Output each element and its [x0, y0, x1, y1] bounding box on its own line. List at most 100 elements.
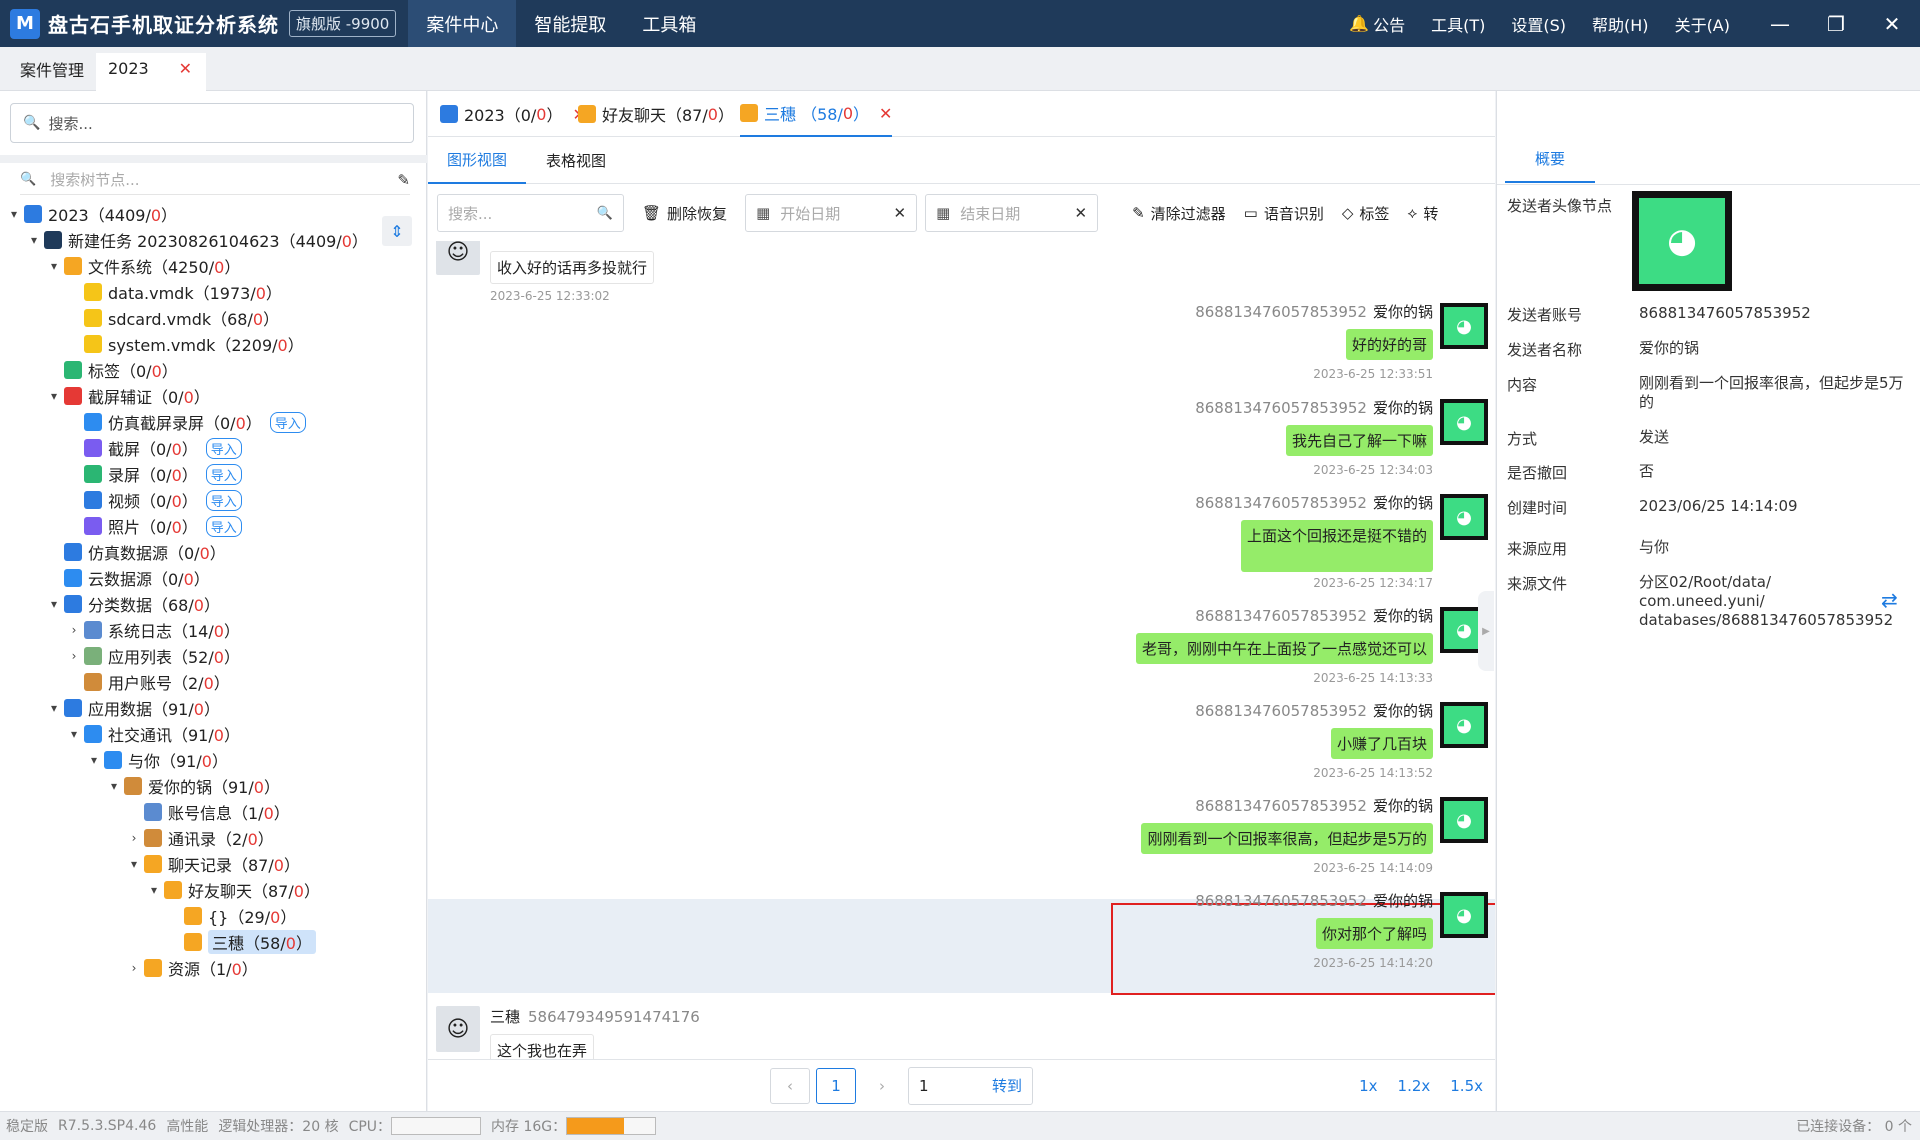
chat-message[interactable]: ◕ 868813476057853952 爱你的锅 我先自己了解一下嘛 2023-6-2…	[428, 389, 1495, 485]
import-button[interactable]: 导入	[205, 463, 242, 485]
document-tab[interactable]: 好友聊天（87/0）✕	[578, 91, 757, 137]
zoom-1-5x[interactable]: 1.5x	[1450, 1077, 1483, 1095]
tree-node[interactable]: ▾ 与你（91/0）	[84, 747, 228, 773]
end-date-input[interactable]: ▦ 结束日期 ✕	[925, 194, 1099, 232]
tree-node[interactable]: ▾ 分类数据（68/0）	[44, 591, 220, 617]
tree-node[interactable]: 视频（0/0） 导入	[64, 487, 242, 513]
menu-toolbox[interactable]: 工具箱	[624, 0, 714, 47]
chevron-down-icon[interactable]: ▾	[124, 857, 144, 871]
tree-node[interactable]: ▾ 爱你的锅（91/0）	[104, 773, 280, 799]
chevron-right-icon[interactable]: ›	[124, 831, 144, 845]
import-button[interactable]: 导入	[205, 437, 242, 459]
chat-message[interactable]: ◕ 868813476057853952 爱你的锅 好的好的哥 2023-6-25 12…	[428, 293, 1495, 389]
close-window-icon[interactable]: ✕	[1864, 0, 1920, 47]
message-bubble[interactable]: 上面这个回报还是挺不错的	[1240, 520, 1433, 572]
chat-message[interactable]: ◕ 868813476057853952 爱你的锅 上面这个回报还是挺不错的 2023-…	[428, 484, 1495, 590]
menu-smart-extract[interactable]: 智能提取	[516, 0, 624, 47]
current-page-button[interactable]: 1	[816, 1067, 856, 1104]
chevron-down-icon[interactable]: ▾	[24, 233, 44, 247]
case-search-input[interactable]: 🔍 搜索...	[10, 103, 414, 143]
message-bubble[interactable]: 小赚了几百块	[1330, 728, 1433, 759]
chevron-down-icon[interactable]: ▾	[44, 389, 64, 403]
tree-node[interactable]: ▾ 截屏辅证（0/0）	[44, 383, 210, 409]
tree-node[interactable]: ▾ 新建任务 20230826104623（4409/0）	[24, 227, 368, 253]
prev-page-icon[interactable]: ‹	[770, 1067, 810, 1104]
chevron-right-icon[interactable]: ›	[64, 649, 84, 663]
chevron-right-icon[interactable]: ›	[64, 623, 84, 637]
tree-node[interactable]: 标签（0/0）	[44, 357, 178, 383]
chat-message[interactable]: ◕ 868813476057853952 爱你的锅 老哥，刚刚中午在上面投了一点感觉还…	[428, 597, 1495, 693]
goto-page-input[interactable]: 1 转到	[908, 1066, 1033, 1105]
tree-node[interactable]: ▾ 文件系统（4250/0）	[44, 253, 240, 279]
tree-node[interactable]: › 系统日志（14/0）	[64, 617, 240, 643]
notice-link[interactable]: 公告	[1373, 12, 1405, 36]
chat-search-input[interactable]: 搜索... 🔍	[437, 194, 624, 232]
message-bubble[interactable]: 老哥，刚刚中午在上面投了一点感觉还可以	[1135, 633, 1433, 664]
tree-node[interactable]: ▾ 社交通讯（91/0）	[64, 721, 240, 747]
chevron-down-icon[interactable]: ▾	[44, 597, 64, 611]
minimize-icon[interactable]: —	[1752, 0, 1808, 47]
tree-node[interactable]: ▾ 好友聊天（87/0）	[144, 877, 320, 903]
message-bubble[interactable]: 好的好的哥	[1345, 329, 1433, 360]
tree-node[interactable]: ▾ 聊天记录（87/0）	[124, 851, 300, 877]
chevron-down-icon[interactable]: ▾	[44, 701, 64, 715]
zoom-1-2x[interactable]: 1.2x	[1398, 1077, 1431, 1095]
clear-date-icon[interactable]: ✕	[893, 204, 906, 222]
tree-node[interactable]: › 资源（1/0）	[124, 955, 258, 981]
message-bubble[interactable]: 收入好的话再多投就行	[490, 251, 655, 284]
clear-filter-button[interactable]: ✎ 清除过滤器	[1132, 203, 1226, 224]
tab-graphic-view[interactable]: 图形视图	[428, 137, 526, 184]
clear-date-icon[interactable]: ✕	[1074, 204, 1087, 222]
speech-recognition-button[interactable]: ▭ 语音识别	[1244, 203, 1324, 224]
zoom-1x[interactable]: 1x	[1359, 1077, 1377, 1095]
collapse-all-icon[interactable]: ⇕	[382, 216, 412, 246]
tree-node[interactable]: ▾ 应用数据（91/0）	[44, 695, 220, 721]
message-bubble[interactable]: 这个我也在弄	[490, 1034, 595, 1059]
chevron-down-icon[interactable]: ▾	[4, 207, 24, 221]
tree-node[interactable]: › 应用列表（52/0）	[64, 643, 240, 669]
close-tab-icon[interactable]: ✕	[179, 59, 192, 78]
goto-button[interactable]: 转到	[992, 1075, 1022, 1096]
menu-tools[interactable]: 工具(T)	[1431, 12, 1485, 36]
import-button[interactable]: 导入	[269, 411, 306, 433]
message-bubble[interactable]: 刚刚看到一个回报率很高，但起步是5万的	[1141, 823, 1433, 854]
tree-node[interactable]: ▾ 2023（4409/0）	[4, 201, 177, 227]
tree-node[interactable]: 截屏（0/0） 导入	[64, 435, 242, 461]
tree-node[interactable]: 录屏（0/0） 导入	[64, 461, 242, 487]
message-bubble[interactable]: 你对那个了解吗	[1315, 918, 1433, 949]
bell-icon[interactable]: 🔔	[1349, 14, 1369, 33]
tab-table-view[interactable]: 表格视图	[546, 137, 606, 184]
chevron-right-icon[interactable]: ›	[124, 961, 144, 975]
chevron-down-icon[interactable]: ▾	[44, 259, 64, 273]
menu-case-center[interactable]: 案件中心	[408, 0, 517, 47]
tree-node[interactable]: sdcard.vmdk（68/0）	[64, 305, 279, 331]
tree-node[interactable]: 云数据源（0/0）	[44, 565, 210, 591]
tree-node[interactable]: system.vmdk（2209/0）	[64, 331, 304, 357]
chat-message[interactable]: ◕ 868813476057853952 爱你的锅 小赚了几百块 2023-6-25 1…	[428, 692, 1495, 788]
chat-message[interactable]: ◕ 868813476057853952 爱你的锅 你对那个了解吗 2023-6-25 …	[428, 882, 1495, 978]
tag-button[interactable]: ◇ 标签	[1342, 203, 1390, 224]
start-date-input[interactable]: ▦ 开始日期 ✕	[745, 194, 918, 232]
chevron-down-icon[interactable]: ▾	[104, 779, 124, 793]
chevron-down-icon[interactable]: ▾	[64, 727, 84, 741]
tab-case-current[interactable]: 2023 ✕	[96, 53, 206, 91]
filter-brush-icon[interactable]: ✎	[397, 171, 410, 189]
tree-node[interactable]: › 通讯录（2/0）	[124, 825, 274, 851]
restore-icon[interactable]: ❐	[1808, 0, 1864, 47]
tree-node[interactable]: 仿真数据源（0/0）	[44, 539, 226, 565]
chat-message[interactable]: ☺ 三穗 586479349591474176 这个我也在弄	[428, 998, 1495, 1059]
tree-node[interactable]: 账号信息（1/0）	[124, 799, 290, 825]
tree-node[interactable]: {}（29/0）	[164, 903, 296, 929]
import-button[interactable]: 导入	[205, 489, 242, 511]
chevron-down-icon[interactable]: ▾	[84, 753, 104, 767]
tree-node[interactable]: 三穗（58/0）	[164, 929, 316, 955]
tree-search-input[interactable]: 🔍 搜索树节点... ✎	[20, 165, 410, 195]
menu-about[interactable]: 关于(A)	[1675, 12, 1730, 36]
close-tab-icon[interactable]: ✕	[879, 104, 892, 123]
chevron-down-icon[interactable]: ▾	[144, 883, 164, 897]
tree-node[interactable]: 仿真截屏录屏（0/0） 导入	[64, 409, 306, 435]
tab-overview[interactable]: 概要	[1505, 135, 1595, 183]
jump-source-icon[interactable]: ⇄	[1881, 588, 1898, 612]
next-page-icon[interactable]: ›	[862, 1068, 902, 1104]
import-button[interactable]: 导入	[205, 515, 242, 537]
